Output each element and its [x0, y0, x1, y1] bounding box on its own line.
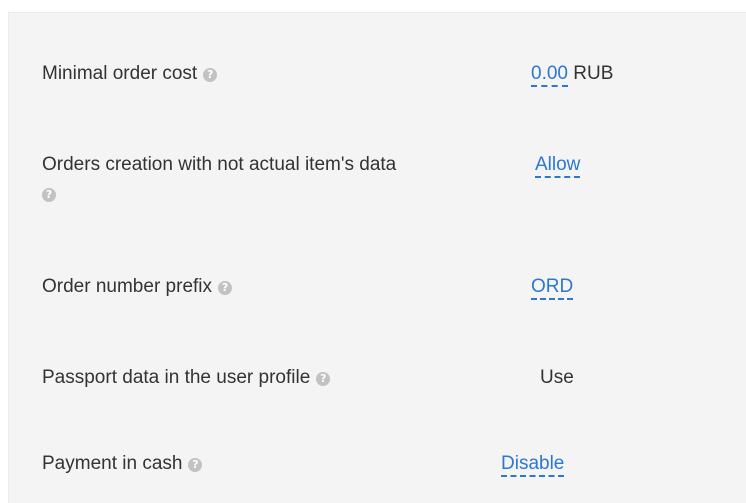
- help-icon[interactable]: ?: [316, 372, 331, 386]
- setting-label-text: Order number prefix: [42, 276, 213, 297]
- setting-label-text: Passport data in the user profile: [42, 367, 311, 388]
- setting-label-text: Payment in cash: [42, 453, 183, 474]
- help-icon[interactable]: ?: [188, 458, 203, 472]
- passport-data-value: Use: [540, 367, 574, 388]
- setting-value-passport-data: Use: [540, 363, 574, 393]
- setting-label-passport-data: Passport data in the user profile?: [42, 363, 331, 393]
- settings-panel: Minimal order cost? 0.00 RUB Orders crea…: [8, 12, 746, 503]
- setting-label-text: Minimal order cost: [42, 63, 198, 84]
- help-icon[interactable]: ?: [42, 188, 56, 202]
- orders-not-actual-toggle-link[interactable]: Allow: [535, 154, 581, 178]
- setting-label-payment-cash: Payment in cash?: [42, 449, 203, 479]
- help-icon[interactable]: ?: [203, 68, 218, 82]
- setting-value-payment-cash: Disable: [501, 449, 565, 479]
- order-prefix-edit-link[interactable]: ORD: [531, 276, 574, 300]
- payment-cash-toggle-link[interactable]: Disable: [501, 453, 565, 477]
- setting-label-orders-not-actual: Orders creation with not actual item's d…: [42, 150, 396, 202]
- setting-label-min-order-cost: Minimal order cost?: [42, 59, 218, 89]
- setting-value-min-order-cost: 0.00 RUB: [531, 59, 613, 89]
- min-order-cost-edit-link[interactable]: 0.00: [531, 63, 568, 87]
- setting-value-orders-not-actual: Allow: [535, 150, 581, 180]
- setting-label-text: Orders creation with not actual item's d…: [42, 154, 397, 175]
- setting-value-order-prefix: ORD: [531, 272, 574, 302]
- setting-label-order-prefix: Order number prefix?: [42, 272, 233, 302]
- currency-unit: RUB: [573, 63, 614, 84]
- help-icon[interactable]: ?: [218, 281, 233, 295]
